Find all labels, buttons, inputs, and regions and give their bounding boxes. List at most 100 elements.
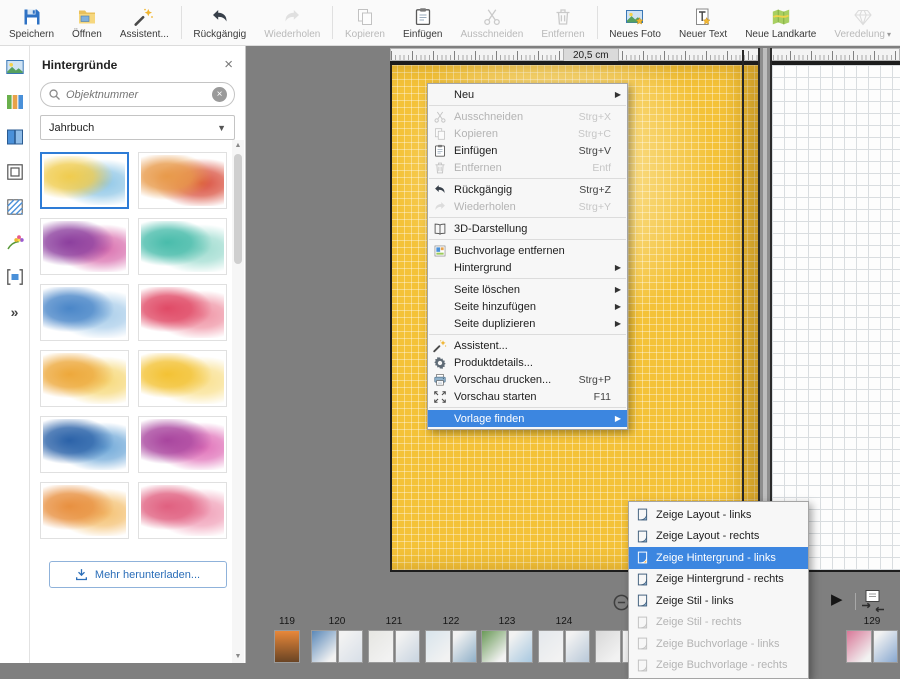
background-thumbnail[interactable] (138, 416, 227, 473)
menu-item-neu[interactable]: Neu▶ (428, 86, 627, 103)
watercolor-swatch (43, 353, 126, 404)
filmstrip-page-number: 119 (274, 616, 300, 627)
category-dropdown[interactable]: Jahrbuch ▼ (40, 115, 235, 140)
sidebar-tab-frames[interactable] (4, 161, 26, 183)
clear-search-icon[interactable]: × (212, 87, 227, 102)
background-thumbnail[interactable] (40, 416, 129, 473)
thumb-page-left (368, 630, 394, 663)
background-thumbnail[interactable] (40, 152, 129, 209)
menu-item-rückgängig[interactable]: RückgängigStrg+Z (428, 181, 627, 198)
submenu-item-label: Zeige Hintergrund - links (656, 552, 776, 564)
search-icon (48, 88, 61, 101)
cut-button[interactable]: Ausschneiden (451, 0, 532, 45)
submenu-item-zeige-hintergrund-rechts[interactable]: Zeige Hintergrund - rechts (629, 569, 808, 591)
filmstrip-thumbnail[interactable] (311, 630, 363, 663)
menu-item-vorschau-drucken[interactable]: Vorschau drucken...Strg+P (428, 371, 627, 388)
no-icon (433, 87, 454, 102)
filmstrip-page-number: 122 (425, 616, 477, 627)
save-icon (22, 7, 42, 27)
scroll-up-icon[interactable]: ▲ (232, 140, 244, 152)
open-button[interactable]: Öffnen (63, 0, 111, 45)
expand-icon[interactable]: » (4, 301, 26, 323)
paste-button[interactable]: Einfügen (394, 0, 451, 45)
thumb-page-right (508, 630, 534, 663)
filmstrip-thumbnail[interactable] (368, 630, 420, 663)
toolbar-separator (332, 6, 333, 39)
wand-icon (134, 7, 154, 27)
submenu-item-zeige-buchvorlage-rechts[interactable]: Zeige Buchvorlage - rechts (629, 655, 808, 677)
menu-item-vorschau-starten[interactable]: Vorschau startenF11 (428, 388, 627, 405)
search-box[interactable]: × (40, 82, 235, 107)
toolbar-button-label: Einfügen (403, 29, 442, 40)
sidebar-tab-photos[interactable] (4, 56, 26, 78)
close-icon[interactable]: × (224, 57, 233, 72)
background-thumbnail[interactable] (40, 284, 129, 341)
undo-button[interactable]: Rückgängig (184, 0, 255, 45)
download-more-button[interactable]: Mehr herunterladen... (49, 561, 227, 588)
right-page[interactable] (772, 65, 900, 572)
submenu-item-zeige-stil-links[interactable]: Zeige Stil - links (629, 590, 808, 612)
menu-item-seite-hinzufügen[interactable]: Seite hinzufügen▶ (428, 298, 627, 315)
no-icon (433, 282, 454, 297)
sidebar-icon-strip: » (0, 46, 30, 663)
sidebar-tab-smart[interactable] (4, 266, 26, 288)
background-thumbnail[interactable] (138, 152, 227, 209)
filmstrip-thumbnail[interactable] (481, 630, 533, 663)
menu-item-produktdetails[interactable]: Produktdetails... (428, 354, 627, 371)
menu-item-buchvorlage-entfernen[interactable]: Buchvorlage entfernen (428, 242, 627, 259)
menu-item-3d-darstellung[interactable]: 3D-Darstellung (428, 220, 627, 237)
delete-button[interactable]: Entfernen (532, 0, 593, 45)
submenu-item-zeige-stil-rechts[interactable]: Zeige Stil - rechts (629, 612, 808, 634)
page-flip-icon (635, 658, 650, 673)
background-thumbnail[interactable] (40, 218, 129, 275)
menu-item-seite-löschen[interactable]: Seite löschen▶ (428, 281, 627, 298)
submenu-item-zeige-hintergrund-links[interactable]: Zeige Hintergrund - links (629, 547, 808, 569)
submenu-item-zeige-buchvorlage-links[interactable]: Zeige Buchvorlage - links (629, 633, 808, 655)
panel-scrollbar[interactable]: ▲ ▼ (232, 140, 244, 663)
submenu-item-zeige-layout-rechts[interactable]: Zeige Layout - rechts (629, 526, 808, 548)
menu-item-vorlage-finden[interactable]: Vorlage finden▶ (428, 410, 627, 427)
background-thumbnail[interactable] (40, 350, 129, 407)
menu-shortcut: Strg+P (579, 374, 611, 386)
copy-button[interactable]: Kopieren (336, 0, 394, 45)
menu-item-assistent[interactable]: Assistent... (428, 337, 627, 354)
watercolor-swatch (141, 221, 224, 272)
background-thumbnail[interactable] (138, 218, 227, 275)
submenu-item-zeige-layout-links[interactable]: Zeige Layout - links (629, 504, 808, 526)
sidebar-tab-masks[interactable] (4, 196, 26, 218)
background-thumbnail[interactable] (138, 284, 227, 341)
scrollbar-thumb[interactable] (234, 154, 242, 264)
search-input[interactable] (66, 89, 207, 101)
new-text-button[interactable]: Neuer Text (670, 0, 736, 45)
menu-item-hintergrund[interactable]: Hintergrund▶ (428, 259, 627, 276)
new-map-button[interactable]: Neue Landkarte (736, 0, 825, 45)
menu-item-label: Seite hinzufügen (454, 301, 611, 313)
redo-button[interactable]: Wiederholen (255, 0, 329, 45)
page-flip-icon (635, 550, 650, 565)
page-export-icon[interactable] (860, 589, 886, 613)
filmstrip-thumbnail[interactable] (846, 630, 898, 663)
menu-item-einfügen[interactable]: EinfügenStrg+V (428, 142, 627, 159)
background-thumbnail[interactable] (138, 482, 227, 539)
sidebar-tab-layouts[interactable] (4, 91, 26, 113)
menu-item-seite-duplizieren[interactable]: Seite duplizieren▶ (428, 315, 627, 332)
filmstrip-thumbnail[interactable] (274, 630, 300, 663)
sidebar-tab-cliparts[interactable] (4, 231, 26, 253)
assistant-button[interactable]: Assistent... (111, 0, 178, 45)
sidebar-tab-backgrounds[interactable] (4, 126, 26, 148)
filmstrip-thumbnail[interactable] (538, 630, 590, 663)
refinement-button[interactable]: Veredelung▾ (825, 0, 900, 45)
filmstrip-thumbnail[interactable] (425, 630, 477, 663)
background-thumbnail[interactable] (40, 482, 129, 539)
play-preview-icon[interactable]: ▶ (831, 590, 843, 608)
background-thumbnail[interactable] (138, 350, 227, 407)
menu-item-ausschneiden[interactable]: AusschneidenStrg+X (428, 108, 627, 125)
scroll-down-icon[interactable]: ▼ (232, 651, 244, 663)
submenu-item-label: Zeige Stil - links (656, 595, 734, 607)
page-flip-icon (635, 636, 650, 651)
menu-item-wiederholen[interactable]: WiederholenStrg+Y (428, 198, 627, 215)
new-photo-button[interactable]: Neues Foto (600, 0, 670, 45)
menu-item-kopieren[interactable]: KopierenStrg+C (428, 125, 627, 142)
save-button[interactable]: Speichern (0, 0, 63, 45)
menu-item-entfernen[interactable]: EntfernenEntf (428, 159, 627, 176)
